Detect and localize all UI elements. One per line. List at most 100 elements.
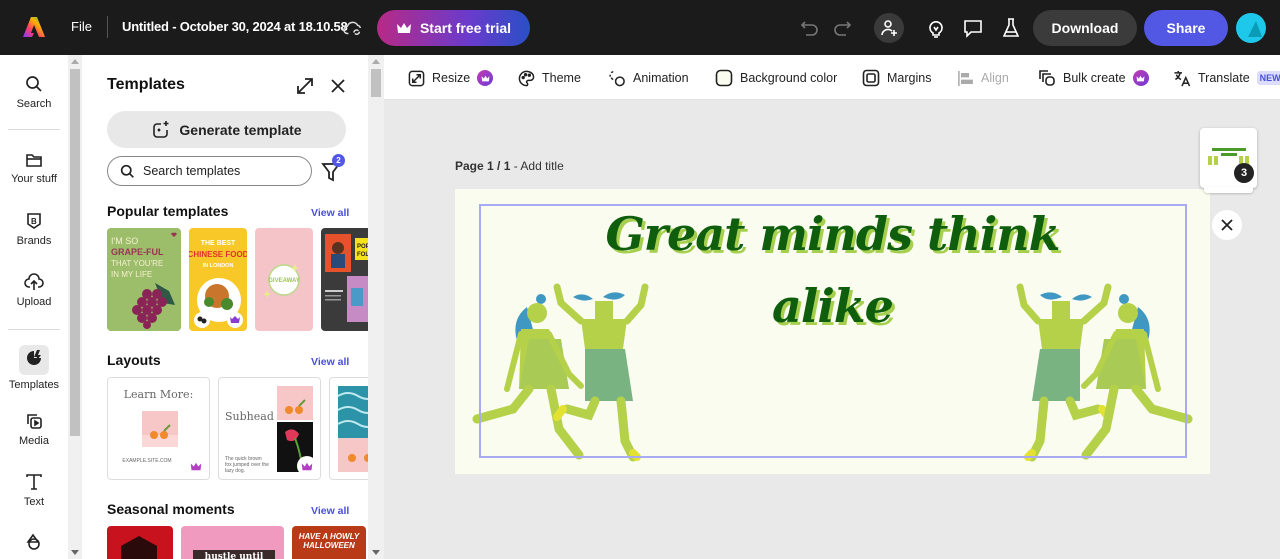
page-label: Page 1 / 1 - Add title <box>455 159 564 173</box>
download-button[interactable]: Download <box>1033 10 1137 46</box>
svg-text:IN MY LIFE: IN MY LIFE <box>111 270 152 279</box>
rail-item-media[interactable]: Media <box>0 412 68 447</box>
rail-label: Templates <box>8 379 60 391</box>
layout-card[interactable]: Learn More: EXAMPLE.SITE.COM <box>107 377 210 480</box>
seasonal-card[interactable]: HAVE A HOWLY HALLOWEEN <box>292 526 366 559</box>
start-free-trial-button[interactable]: Start free trial <box>377 10 530 46</box>
search-icon <box>120 164 134 178</box>
lightbulb-icon <box>929 21 943 38</box>
resize-tool[interactable]: Resize <box>408 68 494 88</box>
template-card[interactable]: GIVEAWAY <box>255 228 313 331</box>
pop-folk-template-art: POP FOL <box>325 234 368 322</box>
layout-subhead: Subhead <box>225 410 274 423</box>
oranges-photo <box>277 386 313 420</box>
rail-item-elements[interactable] <box>0 533 68 556</box>
premium-badge <box>186 456 206 476</box>
template-card[interactable]: I'M SO GRAPE-FUL THAT YOU'RE IN MY LIFE <box>107 228 181 331</box>
ideas-button[interactable] <box>925 16 947 40</box>
svg-text:FOL: FOL <box>357 252 368 258</box>
rail-item-upload[interactable]: Upload <box>0 273 68 308</box>
close-icon[interactable] <box>328 76 348 96</box>
layout-site: EXAMPLE.SITE.COM <box>122 458 172 464</box>
document-title[interactable]: Untitled - October 30, 2024 at 18.10.58 <box>122 19 348 34</box>
margins-icon <box>862 69 880 87</box>
artboard[interactable]: Great minds think alike <box>455 189 1210 474</box>
rail-item-templates[interactable]: Templates <box>0 345 68 391</box>
seasonal-text: HAVE A HOWLY HALLOWEEN <box>298 532 360 550</box>
scroll-up-arrow[interactable] <box>372 59 380 64</box>
brand-icon: B <box>27 213 41 229</box>
view-all-popular-link[interactable]: View all <box>311 207 349 219</box>
cloud-sync-icon[interactable] <box>342 17 364 39</box>
stacked-pages <box>1204 187 1253 193</box>
palette-icon <box>518 70 535 86</box>
tool-label: Background color <box>740 71 838 85</box>
rail-item-text[interactable]: Text <box>0 473 68 508</box>
generate-template-button[interactable]: Generate template <box>107 111 346 148</box>
svg-text:GRAPE-FUL: GRAPE-FUL <box>111 247 164 257</box>
rail-item-your-stuff[interactable]: Your stuff <box>0 152 68 185</box>
page-thumbnail[interactable]: 3 <box>1200 128 1257 193</box>
panel-scrollbar[interactable] <box>368 55 384 559</box>
svg-text:I'M SO: I'M SO <box>111 236 138 246</box>
sparkle-icon <box>153 120 169 138</box>
undo-button[interactable] <box>798 16 822 40</box>
align-tool[interactable]: Align <box>957 68 1009 88</box>
margins-tool[interactable]: Margins <box>862 68 931 88</box>
premium-crown-icon <box>477 70 494 86</box>
add-page-title[interactable]: - Add title <box>514 159 564 173</box>
templates-panel: Templates Generate template 2 Popular te… <box>82 55 368 559</box>
svg-text:THE BEST: THE BEST <box>201 240 236 247</box>
rail-item-brands[interactable]: B Brands <box>0 212 68 247</box>
redo-button[interactable] <box>830 16 854 40</box>
layout-card[interactable]: Subhead The quick brown fox jumped over … <box>218 377 321 480</box>
search-templates-input[interactable] <box>143 164 303 178</box>
elements-icon <box>26 533 40 550</box>
animation-tool[interactable]: Animation <box>608 68 689 88</box>
seasonal-card[interactable] <box>107 526 173 559</box>
tool-label: Bulk create <box>1063 71 1126 85</box>
share-button[interactable]: Share <box>1144 10 1228 46</box>
scroll-up-arrow[interactable] <box>71 59 79 64</box>
scroll-thumb[interactable] <box>70 69 80 436</box>
layout-card[interactable] <box>329 377 368 480</box>
theme-tool[interactable]: Theme <box>518 68 581 88</box>
selection-outline <box>479 204 1187 458</box>
rail-label: Upload <box>16 296 52 308</box>
app-logo-icon[interactable] <box>22 15 46 39</box>
bulk-create-tool[interactable]: Bulk create <box>1038 68 1149 88</box>
template-card[interactable]: THE BEST CHINESE FOOD IN LONDON <box>189 228 247 331</box>
generate-label: Generate template <box>179 121 302 138</box>
scroll-thumb[interactable] <box>371 69 381 97</box>
view-all-layouts-link[interactable]: View all <box>311 356 349 368</box>
svg-text:CHINESE FOOD: CHINESE FOOD <box>189 250 247 259</box>
rail-label: Brands <box>16 235 52 247</box>
close-pages-button[interactable] <box>1212 210 1242 240</box>
canvas-toolbar: Resize Theme Animation Background color … <box>384 55 1280 100</box>
template-card[interactable]: POP FOL <box>321 228 368 331</box>
seasonal-text: hustle until your <box>193 550 275 559</box>
invite-button[interactable] <box>874 13 904 43</box>
background-color-tool[interactable]: Background color <box>715 68 837 88</box>
labs-button[interactable] <box>1000 16 1022 40</box>
search-templates-field[interactable] <box>107 156 312 186</box>
crown-icon <box>301 462 313 470</box>
scroll-down-arrow[interactable] <box>71 550 79 555</box>
premium-crown-icon <box>1132 70 1149 86</box>
view-all-seasonal-link[interactable]: View all <box>311 505 349 517</box>
expand-icon[interactable] <box>295 76 315 96</box>
translate-tool[interactable]: Translate NEW <box>1173 68 1280 88</box>
avatar[interactable] <box>1236 13 1266 43</box>
comments-button[interactable] <box>962 16 984 40</box>
file-menu[interactable]: File <box>71 19 92 34</box>
seasonal-card[interactable]: hustle until your <box>181 526 284 559</box>
scroll-down-arrow[interactable] <box>372 550 380 555</box>
comment-icon <box>964 20 982 38</box>
avatar-icon <box>1248 21 1262 37</box>
seasonal-row: hustle until your HAVE A HOWLY HALLOWEEN <box>107 526 366 559</box>
folder-icon <box>26 154 42 167</box>
undo-icon <box>800 21 818 36</box>
rail-item-search[interactable]: Search <box>0 75 68 110</box>
filter-count-badge: 2 <box>332 154 345 167</box>
rail-scrollbar[interactable] <box>68 55 82 559</box>
